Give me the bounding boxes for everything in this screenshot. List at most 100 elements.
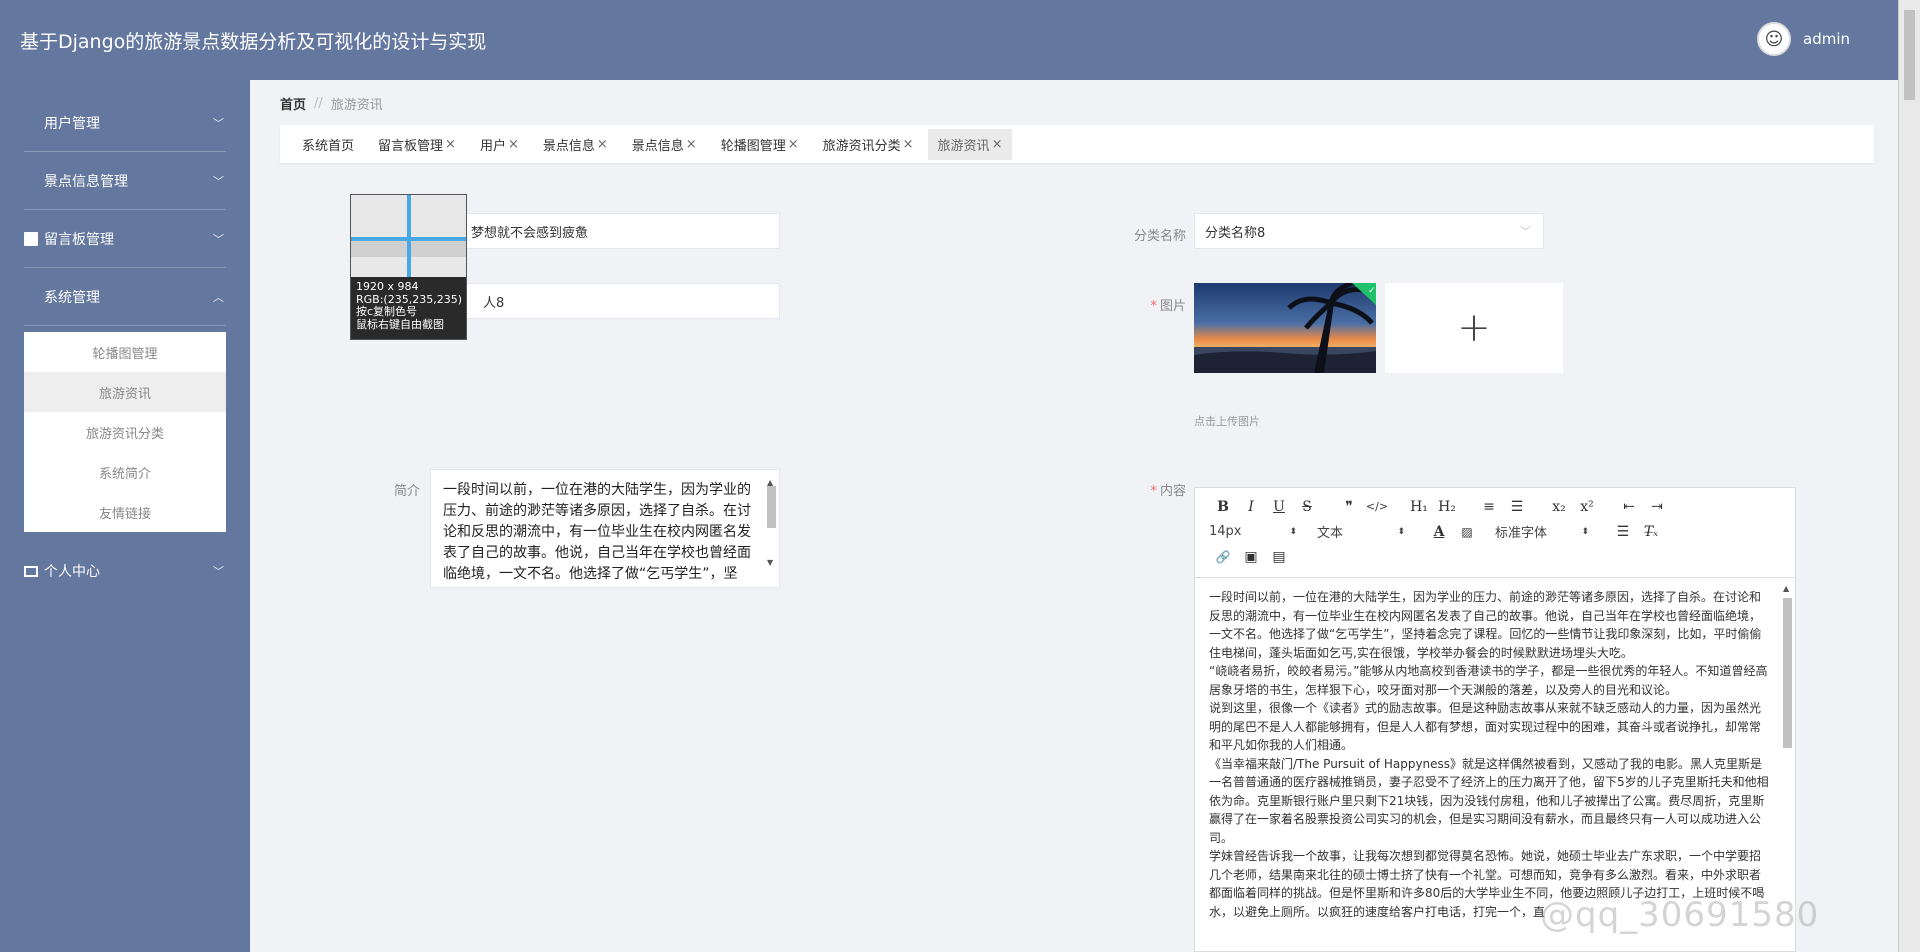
user-menu[interactable]: ☺ admin	[1757, 22, 1850, 56]
sidebar-item-user-management[interactable]: 用户管理 ﹀	[24, 94, 226, 152]
tab-label: 景点信息	[631, 138, 684, 154]
text-type-select[interactable]: 文本 ⬍	[1317, 522, 1405, 541]
italic-icon[interactable]: I	[1237, 499, 1265, 515]
ordered-list-icon[interactable]: ≡	[1475, 499, 1503, 515]
heading-2-icon[interactable]: H₂	[1433, 499, 1461, 515]
tab-label: 轮播图管理	[720, 138, 786, 154]
tab-carousel[interactable]: 轮播图管理 ×	[711, 129, 809, 160]
image-label: * 图片	[1100, 295, 1186, 314]
background-color-icon[interactable]: ▨	[1453, 525, 1481, 539]
submenu-item-travel-news[interactable]: 旅游资讯	[24, 372, 226, 412]
editor-toolbar: B I U S ❞ </> H₁ H₂ ≡ ☰ x₂ x² ⇤ ⇥ 14px ⬍ …	[1195, 488, 1795, 578]
submenu-item-system-intro[interactable]: 系统简介	[24, 452, 226, 492]
sidebar-item-message-board[interactable]: 留言板管理 ﹀	[24, 210, 226, 268]
author-value: 人8	[483, 295, 505, 311]
sidebar-item-personal-center[interactable]: 个人中心 ﹀	[24, 542, 226, 600]
editor-scrollbar[interactable]: ▲	[1781, 584, 1793, 944]
underline-icon[interactable]: U	[1265, 499, 1293, 515]
chevron-down-icon: ﹀	[213, 232, 224, 246]
sidebar-item-label: 系统管理	[44, 289, 100, 306]
toolbar-row-1: B I U S ❞ </> H₁ H₂ ≡ ☰ x₂ x² ⇤ ⇥	[1209, 494, 1785, 519]
clipboard-icon	[24, 231, 38, 246]
align-icon[interactable]: ☰	[1609, 524, 1637, 540]
submenu-item-news-category[interactable]: 旅游资讯分类	[24, 412, 226, 452]
close-icon[interactable]: ×	[445, 137, 456, 152]
window-scrollbar[interactable]	[1898, 0, 1920, 952]
toolbar-row-3: 🔗 ▣ ▤	[1209, 544, 1785, 569]
sidebar-item-label: 留言板管理	[44, 231, 114, 248]
close-icon[interactable]: ×	[686, 137, 697, 152]
scroll-up-icon[interactable]: ▲	[1783, 584, 1789, 593]
strikethrough-icon[interactable]: S	[1293, 499, 1321, 515]
tab-travel-news[interactable]: 旅游资讯 ×	[927, 128, 1013, 160]
image-icon[interactable]: ▣	[1237, 549, 1265, 565]
tab-message-board[interactable]: 留言板管理 ×	[368, 129, 466, 160]
card-icon	[24, 565, 38, 577]
summary-textarea[interactable]: 一段时间以前，一位在港的大陆学生，因为学业的压力、前途的渺茫等诸多原因，选择了自…	[430, 469, 780, 588]
sidebar-item-system-management[interactable]: 系统管理 ︿	[24, 268, 226, 326]
font-size-select[interactable]: 14px ⬍	[1209, 524, 1297, 539]
clear-format-icon[interactable]: T̶ₓ	[1637, 524, 1665, 540]
top-header: 基于Django的旅游景点数据分析及可视化的设计与实现 ☺ admin	[0, 0, 1920, 80]
content-paragraph: 说到这里，很像一个《读者》式的励志故事。但是这种励志故事从来就不缺乏感动人的力量…	[1209, 701, 1762, 752]
close-icon[interactable]: ×	[508, 137, 519, 152]
username[interactable]: admin	[1803, 30, 1850, 48]
magnifier-hint-copy: 按c复制色号	[356, 305, 418, 318]
author-input[interactable]: 人8	[460, 283, 780, 319]
scroll-down-icon[interactable]: ▼	[767, 552, 773, 573]
link-icon[interactable]: 🔗	[1209, 550, 1237, 564]
required-asterisk: *	[1150, 299, 1157, 314]
sidebar-item-label: 用户管理	[44, 115, 100, 132]
editor-scrollbar-thumb[interactable]	[1783, 598, 1792, 748]
font-color-icon[interactable]: A	[1425, 524, 1453, 540]
close-icon[interactable]: ×	[788, 137, 799, 152]
indent-icon[interactable]: ⇥	[1643, 499, 1671, 515]
grid-icon	[24, 290, 38, 304]
upload-image-button[interactable]: +	[1385, 283, 1563, 373]
close-icon[interactable]: ×	[903, 137, 914, 152]
tab-label: 系统首页	[302, 138, 355, 154]
uploaded-image-thumbnail[interactable]: ✓	[1194, 283, 1376, 373]
screenshot-magnifier: 1920 x 984 RGB:(235,235,235) 按c复制色号 鼠标右键…	[350, 194, 467, 340]
code-block-icon[interactable]: </>	[1363, 500, 1391, 513]
video-icon[interactable]: ▤	[1265, 549, 1293, 565]
tab-scenic-info-1[interactable]: 景点信息 ×	[533, 129, 618, 160]
submenu-item-carousel[interactable]: 轮播图管理	[24, 332, 226, 372]
app-title: 基于Django的旅游景点数据分析及可视化的设计与实现	[20, 30, 487, 53]
avatar[interactable]: ☺	[1757, 22, 1791, 56]
blockquote-icon[interactable]: ❞	[1335, 499, 1363, 515]
summary-label: 简介	[393, 484, 420, 499]
category-select[interactable]: 分类名称8 ﹀	[1194, 213, 1544, 249]
sidebar-item-label: 景点信息管理	[44, 173, 128, 190]
close-icon[interactable]: ×	[597, 137, 608, 152]
system-submenu: 轮播图管理 旅游资讯 旅游资讯分类 系统简介 友情链接	[24, 332, 226, 532]
tab-user[interactable]: 用户 ×	[470, 129, 529, 160]
heading-1-icon[interactable]: H₁	[1405, 499, 1433, 515]
magnifier-info: 1920 x 984 RGB:(235,235,235) 按c复制色号 鼠标右键…	[351, 277, 466, 331]
superscript-icon[interactable]: x²	[1573, 499, 1601, 515]
tab-scenic-info-2[interactable]: 景点信息 ×	[622, 129, 707, 160]
rich-text-editor[interactable]: B I U S ❞ </> H₁ H₂ ≡ ☰ x₂ x² ⇤ ⇥ 14px ⬍ …	[1194, 487, 1796, 952]
bullet-list-icon[interactable]: ☰	[1503, 499, 1531, 515]
textarea-scrollbar[interactable]: ▲ ▼	[765, 472, 777, 585]
title-input[interactable]: 梦想就不会感到疲惫	[460, 213, 780, 249]
font-family-select[interactable]: 标准字体 ⬍	[1495, 522, 1589, 541]
editor-content[interactable]: 一段时间以前，一位在港的大陆学生，因为学业的压力、前途的渺茫等诸多原因，选择了自…	[1195, 578, 1795, 948]
close-icon[interactable]: ×	[992, 137, 1003, 152]
textarea-scrollbar-thumb[interactable]	[767, 486, 776, 528]
chevron-down-icon: ﹀	[1520, 225, 1531, 238]
chevron-down-icon: ﹀	[213, 116, 224, 130]
sidebar-item-scenic-info-management[interactable]: 景点信息管理 ﹀	[24, 152, 226, 210]
svg-text:✓: ✓	[1368, 286, 1376, 296]
subscript-icon[interactable]: x₂	[1545, 499, 1573, 515]
breadcrumb-home[interactable]: 首页	[280, 94, 306, 113]
outdent-icon[interactable]: ⇤	[1615, 499, 1643, 515]
tab-news-category[interactable]: 旅游资讯分类 ×	[813, 129, 924, 160]
chevron-down-icon: ﹀	[213, 174, 224, 188]
tab-system-home[interactable]: 系统首页	[292, 129, 364, 160]
updown-icon: ⬍	[1289, 526, 1297, 537]
breadcrumb: 首页 // 旅游资讯	[280, 94, 383, 113]
window-scrollbar-thumb[interactable]	[1904, 10, 1915, 100]
bold-icon[interactable]: B	[1209, 499, 1237, 515]
submenu-item-friend-links[interactable]: 友情链接	[24, 492, 226, 532]
